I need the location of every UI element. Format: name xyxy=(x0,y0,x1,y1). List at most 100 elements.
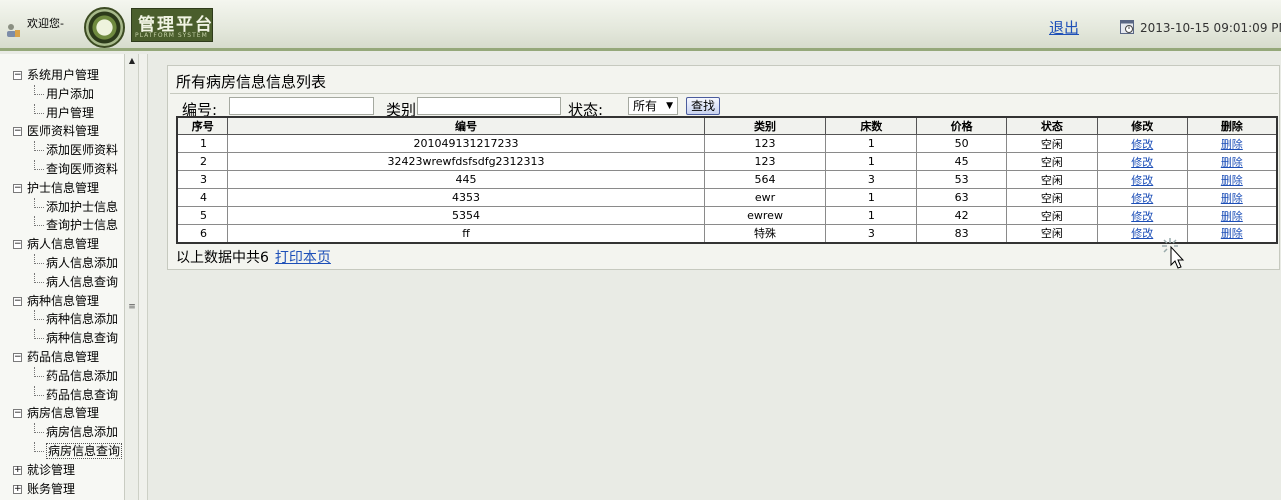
table-cell: 空闲 xyxy=(1006,188,1098,207)
sidebar-item-label: 病人信息添加 xyxy=(46,255,119,270)
sidebar-group[interactable]: − 系统用户管理 xyxy=(0,66,122,85)
edit-link[interactable]: 修改 xyxy=(1131,156,1153,169)
table-cell: 1 xyxy=(825,152,918,171)
status-select[interactable]: 所有 ▼ xyxy=(628,97,678,115)
tree-branch-line xyxy=(34,103,44,114)
sidebar-item[interactable]: 添加医师资料 xyxy=(0,141,122,160)
sidebar-item[interactable]: 病房信息添加 xyxy=(0,423,122,442)
print-page-link[interactable]: 打印本页 xyxy=(275,250,331,266)
table-cell: 空闲 xyxy=(1006,134,1098,153)
sidebar-item-label: 药品信息添加 xyxy=(46,368,119,383)
sidebar-scrollbar[interactable]: ▲ ≡ xyxy=(124,54,138,500)
sidebar-item[interactable]: 用户管理 xyxy=(0,103,122,123)
column-header: 删除 xyxy=(1186,116,1278,135)
sidebar-item[interactable]: 病种信息查询 xyxy=(0,329,122,348)
tree-branch-line xyxy=(34,385,44,396)
delete-cell: 删除 xyxy=(1186,134,1278,153)
delete-cell: 删除 xyxy=(1186,224,1278,243)
table-row: 1 201049131217233 123 1 50 空闲 修改 删除 xyxy=(176,134,1278,153)
edit-link[interactable]: 修改 xyxy=(1131,210,1153,223)
sidebar-item[interactable]: 查询医师资料 xyxy=(0,159,122,179)
table-cell: 空闲 xyxy=(1006,224,1098,243)
edit-link[interactable]: 修改 xyxy=(1131,174,1153,187)
sidebar-item[interactable]: 查询护士信息 xyxy=(0,216,122,235)
sidebar-item-label: 添加医师资料 xyxy=(46,143,119,158)
sidebar-item[interactable]: 病人信息查询 xyxy=(0,272,122,292)
edit-cell: 修改 xyxy=(1096,152,1188,171)
table-cell: 1 xyxy=(825,206,918,225)
sidebar-group[interactable]: + 账务管理 xyxy=(0,480,122,499)
sidebar-group-label: 护士信息管理 xyxy=(27,180,100,195)
sidebar-item-label: 病房信息添加 xyxy=(46,425,119,440)
edit-cell: 修改 xyxy=(1096,170,1188,189)
collapse-icon[interactable]: − xyxy=(13,296,22,306)
delete-link[interactable]: 删除 xyxy=(1221,192,1243,205)
status-select-value: 所有 xyxy=(633,99,658,113)
tree-branch-line xyxy=(34,253,44,264)
table-cell: 445 xyxy=(227,170,705,189)
collapse-icon[interactable]: − xyxy=(13,352,22,362)
logout-link[interactable]: 退出 xyxy=(1049,17,1079,38)
expand-icon[interactable]: + xyxy=(13,465,22,475)
delete-cell: 删除 xyxy=(1186,206,1278,225)
sidebar-item-label: 病人信息查询 xyxy=(46,274,119,289)
sidebar-item[interactable]: 用户添加 xyxy=(0,84,122,104)
delete-cell: 删除 xyxy=(1186,152,1278,171)
column-header: 价格 xyxy=(916,116,1008,135)
sidebar-group[interactable]: + 就诊管理 xyxy=(0,461,122,480)
table-cell: 4353 xyxy=(227,188,705,207)
sidebar-item-label: 病种信息查询 xyxy=(46,331,119,346)
sidebar-group-label: 就诊管理 xyxy=(27,462,76,477)
tree-branch-line xyxy=(34,216,44,227)
table-cell: 1 xyxy=(825,134,918,153)
sidebar-item[interactable]: 添加护士信息 xyxy=(0,197,122,217)
delete-link[interactable]: 删除 xyxy=(1221,156,1243,169)
collapse-icon[interactable]: − xyxy=(13,409,22,419)
delete-link[interactable]: 删除 xyxy=(1221,210,1243,223)
sidebar-group-label: 病房信息管理 xyxy=(27,406,100,421)
delete-link[interactable]: 删除 xyxy=(1221,138,1243,151)
sidebar-group[interactable]: − 病房信息管理 xyxy=(0,404,122,423)
expand-icon[interactable]: + xyxy=(13,484,22,494)
collapse-icon[interactable]: − xyxy=(13,183,22,193)
edit-cell: 修改 xyxy=(1096,188,1188,207)
sidebar-group[interactable]: − 医师资料管理 xyxy=(0,122,122,141)
delete-link[interactable]: 删除 xyxy=(1221,174,1243,187)
sidebar-group-label: 病人信息管理 xyxy=(27,237,100,252)
sidebar-item[interactable]: 病种信息添加 xyxy=(0,310,122,329)
frame-divider[interactable] xyxy=(138,54,148,500)
type-input[interactable] xyxy=(417,97,561,115)
edit-link[interactable]: 修改 xyxy=(1131,138,1153,151)
edit-cell: 修改 xyxy=(1096,206,1188,225)
table-cell: 空闲 xyxy=(1006,152,1098,171)
welcome-text: 欢迎您- xyxy=(27,17,64,30)
sidebar-item[interactable]: 药品信息查询 xyxy=(0,385,122,405)
search-bar: 编号: 类别: 状态: 所有 ▼ 查找 xyxy=(182,96,1281,119)
scroll-grip-icon[interactable]: ≡ xyxy=(127,302,137,314)
room-table: 序号 编号 类别 床数 价格 状态 修改 删除 1 201049131217233 123 1 50 空… xyxy=(176,116,1278,244)
table-cell: 83 xyxy=(916,224,1008,243)
delete-link[interactable]: 删除 xyxy=(1221,227,1243,240)
table-cell: 53 xyxy=(916,170,1008,189)
edit-link[interactable]: 修改 xyxy=(1131,227,1153,240)
table-cell: 3 xyxy=(825,224,918,243)
sidebar-group[interactable]: − 病人信息管理 xyxy=(0,235,122,254)
sidebar-group[interactable]: − 病种信息管理 xyxy=(0,292,122,311)
table-row: 5 5354 ewrew 1 42 空闲 修改 删除 xyxy=(176,206,1278,225)
sidebar-item-label: 病种信息添加 xyxy=(46,312,119,327)
sidebar-item[interactable]: 病人信息添加 xyxy=(0,253,122,273)
table-cell: 3 xyxy=(176,170,229,189)
sidebar-group[interactable]: − 护士信息管理 xyxy=(0,179,122,198)
edit-link[interactable]: 修改 xyxy=(1131,192,1153,205)
table-cell: 32423wrewfdsfsdfg2312313 xyxy=(227,152,705,171)
sidebar-group[interactable]: − 药品信息管理 xyxy=(0,348,122,367)
sidebar-group-label: 病种信息管理 xyxy=(27,293,100,308)
sidebar-item[interactable]: 药品信息添加 xyxy=(0,366,122,386)
scroll-up-icon[interactable]: ▲ xyxy=(126,56,138,68)
collapse-icon[interactable]: − xyxy=(13,71,22,80)
collapse-icon[interactable]: − xyxy=(13,240,22,250)
collapse-icon[interactable]: − xyxy=(13,127,22,137)
sidebar-item[interactable]: 病房信息查询 xyxy=(0,441,123,461)
code-input[interactable] xyxy=(229,97,374,115)
search-button[interactable]: 查找 xyxy=(686,97,720,115)
